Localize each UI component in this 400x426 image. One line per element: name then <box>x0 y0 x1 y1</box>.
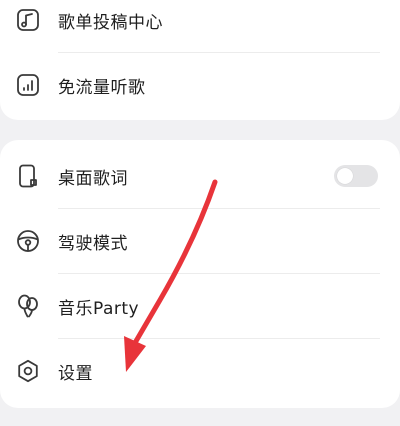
gear-icon <box>14 357 42 385</box>
signal-bars-icon <box>14 71 42 99</box>
menu-item-playlist-submission[interactable]: 歌单投稿中心 <box>0 0 400 52</box>
music-note-square-icon <box>14 6 42 34</box>
balloons-icon <box>14 292 42 320</box>
menu-item-label: 免流量听歌 <box>58 77 146 98</box>
menu-item-settings[interactable]: 设置 <box>0 339 400 403</box>
steering-wheel-icon <box>14 227 42 255</box>
menu-item-driving-mode[interactable]: 驾驶模式 <box>0 209 400 273</box>
menu-item-music-party[interactable]: 音乐Party <box>0 274 400 338</box>
phone-lyrics-icon <box>14 162 42 190</box>
menu-item-label: 桌面歌词 <box>58 168 128 189</box>
desktop-lyrics-toggle[interactable] <box>334 165 378 187</box>
menu-item-label: 歌单投稿中心 <box>58 12 163 33</box>
menu-item-label: 设置 <box>58 363 93 384</box>
menu-item-label: 驾驶模式 <box>58 233 128 254</box>
menu-item-label: 音乐Party <box>58 298 140 319</box>
menu-item-free-data-listening[interactable]: 免流量听歌 <box>0 53 400 117</box>
menu-card-top: 歌单投稿中心 免流量听歌 <box>0 0 400 120</box>
menu-card-bottom: 桌面歌词 驾驶模式 音乐Party 设置 <box>0 140 400 408</box>
menu-item-desktop-lyrics[interactable]: 桌面歌词 <box>0 144 400 208</box>
toggle-knob <box>337 168 353 184</box>
